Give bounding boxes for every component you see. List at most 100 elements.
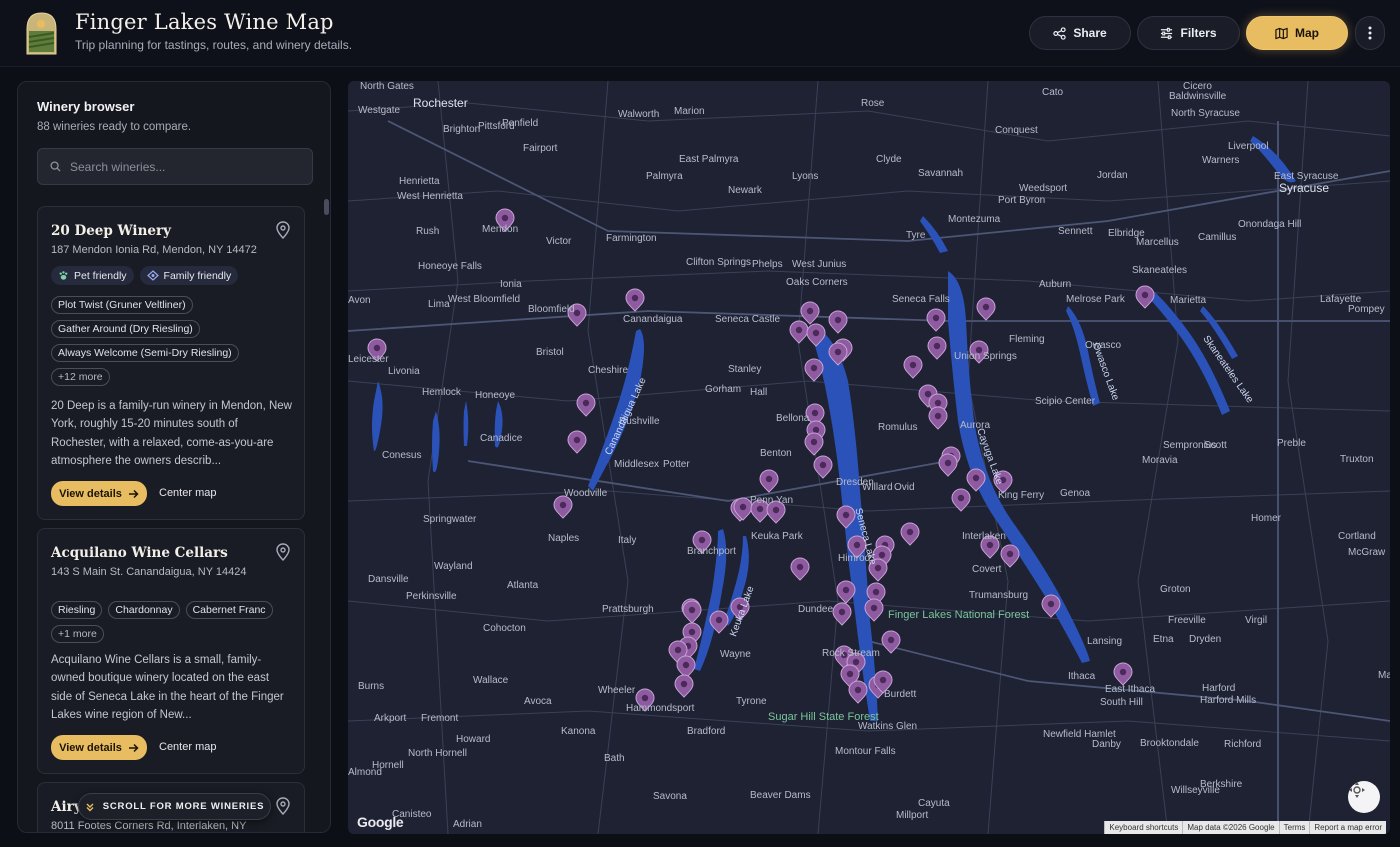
map-place-label: Rock Stream — [822, 648, 880, 659]
amenity-badges: Pet friendly Family friendly — [51, 266, 239, 285]
more-wines-chip[interactable]: +1 more — [51, 625, 104, 643]
map-place-label: Lansing — [1087, 636, 1123, 647]
map-place-label: Seneca Falls — [892, 294, 950, 305]
map-place-label: Interlaken — [962, 531, 1006, 542]
map-button[interactable]: Map — [1246, 16, 1348, 50]
winery-pin-icon[interactable] — [927, 336, 947, 360]
winery-pin-icon[interactable] — [576, 393, 596, 417]
map-place-label: Conquest — [995, 125, 1038, 136]
winery-pin-icon[interactable] — [804, 432, 824, 456]
search-input[interactable] — [70, 159, 300, 174]
report-error-link[interactable]: Report a map error — [1309, 821, 1386, 834]
map-place-label: Groton — [1160, 584, 1191, 595]
map-place-label: Conesus — [382, 450, 422, 461]
winery-pin-icon[interactable] — [903, 355, 923, 379]
winery-pin-icon[interactable] — [800, 301, 820, 325]
more-vertical-icon — [1368, 26, 1372, 40]
location-pin-icon[interactable] — [275, 797, 291, 815]
map-place-label: Scipio Center — [1035, 396, 1096, 407]
map-place-label: Hammondsport — [626, 703, 695, 714]
view-details-button[interactable]: View details — [51, 481, 147, 506]
winery-card[interactable]: Acquilano Wine Cellars 143 S Main St. Ca… — [37, 528, 305, 774]
winery-pin-icon[interactable] — [1000, 544, 1020, 568]
winery-pin-icon[interactable] — [832, 602, 852, 626]
park-label: Finger Lakes National Forest — [888, 609, 1030, 621]
map-place-label: Romulus — [878, 422, 918, 433]
sidebar-scrollbar[interactable] — [324, 199, 329, 829]
center-map-link[interactable]: Center map — [159, 487, 216, 499]
center-map-link[interactable]: Center map — [159, 741, 216, 753]
winery-pin-icon[interactable] — [674, 674, 694, 698]
arrow-right-icon — [128, 489, 139, 498]
map-place-label: Berkshire — [1200, 779, 1243, 790]
map-place-label: Palmyra — [646, 171, 683, 182]
winery-pin-icon[interactable] — [804, 358, 824, 382]
map-place-label: North Syracuse — [1171, 108, 1240, 119]
map-place-label: Seneca Castle — [715, 314, 781, 325]
map-place-label: Cayuta — [918, 798, 950, 809]
winery-card[interactable]: 20 Deep Winery 187 Mendon Ionia Rd, Mend… — [37, 206, 305, 520]
map-place-label: Adrian — [453, 819, 482, 830]
map-place-label: Rush — [416, 226, 440, 237]
map-place-label: Harford Mills — [1200, 695, 1257, 706]
view-details-button[interactable]: View details — [51, 735, 147, 760]
location-pin-icon[interactable] — [275, 543, 291, 561]
map-view[interactable]: North Gates Rochester Westgate Brighton Penf… — [348, 81, 1390, 834]
map-place-label: Bradford — [687, 726, 726, 737]
map-place-label: Marietta — [1170, 295, 1207, 306]
pet-friendly-badge: Pet friendly — [51, 266, 134, 285]
search-icon — [50, 161, 61, 172]
search-box[interactable] — [37, 148, 313, 185]
share-button[interactable]: Share — [1029, 16, 1131, 50]
winery-pin-icon[interactable] — [836, 580, 856, 604]
keyboard-shortcuts-link[interactable]: Keyboard shortcuts — [1104, 821, 1183, 834]
winery-pin-icon[interactable] — [567, 430, 587, 454]
map-place-label: Montour Falls — [835, 746, 896, 757]
winery-pin-icon[interactable] — [790, 557, 810, 581]
winery-pin-icon[interactable] — [976, 297, 996, 321]
winery-address: 187 Mendon Ionia Rd, Mendon, NY 14472 — [51, 244, 257, 256]
winery-pin-icon[interactable] — [813, 455, 833, 479]
winery-pin-icon[interactable] — [553, 495, 573, 519]
wine-chip: Riesling — [51, 601, 103, 619]
winery-pin-icon[interactable] — [881, 630, 901, 654]
more-options-button[interactable] — [1355, 16, 1385, 50]
winery-pin-icon[interactable] — [789, 320, 809, 344]
winery-pin-icon[interactable] — [1135, 285, 1155, 309]
map-place-label: Cheshire — [588, 365, 629, 376]
map-place-label: Perkinsville — [406, 591, 457, 602]
winery-pin-icon[interactable] — [900, 522, 920, 546]
winery-pin-icon[interactable] — [926, 308, 946, 332]
more-wines-chip[interactable]: +12 more — [51, 368, 110, 386]
map-place-label: Warners — [1202, 155, 1240, 166]
locate-button[interactable] — [1348, 781, 1380, 813]
map-place-label: Walworth — [618, 109, 660, 120]
map-place-label: Onondaga Hill — [1238, 219, 1302, 230]
winery-pin-icon[interactable] — [938, 453, 958, 477]
terms-link[interactable]: Terms — [1278, 821, 1310, 834]
location-pin-icon[interactable] — [275, 221, 291, 239]
winery-pin-icon[interactable] — [848, 680, 868, 704]
map-place-label: Union Springs — [954, 351, 1017, 362]
winery-pin-icon[interactable] — [928, 406, 948, 430]
winery-pins — [367, 208, 1155, 712]
scroll-more-button[interactable]: SCROLL FOR MORE WINERIES — [78, 793, 271, 820]
map-place-label: Brighton — [443, 124, 481, 135]
map-place-label: Auburn — [1039, 279, 1072, 290]
map-label: Map — [1295, 26, 1319, 40]
map-place-label: West Henrietta — [397, 191, 463, 202]
map-place-label: Clifton Springs — [686, 257, 752, 268]
filters-button[interactable]: Filters — [1137, 16, 1240, 50]
scrollbar-thumb[interactable] — [324, 199, 329, 215]
map-place-label: Oaks Corners — [786, 277, 848, 288]
winery-pin-icon[interactable] — [625, 288, 645, 312]
family-icon — [146, 270, 159, 281]
map-place-label: Fremont — [421, 713, 459, 724]
map-place-label: Woodville — [564, 488, 608, 499]
winery-pin-icon[interactable] — [682, 600, 702, 624]
map-place-label: West Junius — [792, 259, 847, 270]
winery-pin-icon[interactable] — [828, 310, 848, 334]
winery-pin-icon[interactable] — [1113, 662, 1133, 686]
map-place-label: Cortland — [1338, 531, 1376, 542]
winery-pin-icon[interactable] — [759, 469, 779, 493]
